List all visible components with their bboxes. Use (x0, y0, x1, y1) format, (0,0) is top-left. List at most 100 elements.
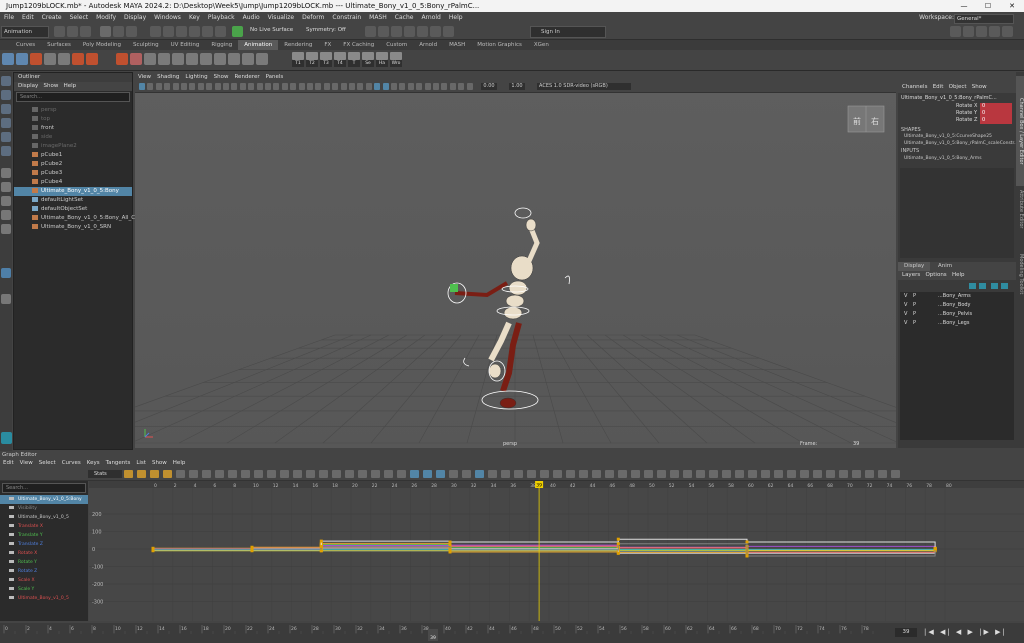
graph-tool-icon[interactable] (722, 470, 731, 478)
paint-tool-icon[interactable] (1, 104, 11, 114)
shelf-tool-icon[interactable] (376, 52, 388, 60)
viewport-tool-icon[interactable] (466, 83, 473, 90)
graph-tool-icon[interactable] (462, 470, 471, 478)
rotate-tool-icon[interactable] (1, 132, 11, 142)
graph-tool-icon[interactable] (774, 470, 783, 478)
shelf-tab-fx[interactable]: FX (318, 40, 337, 50)
gamma-field[interactable]: 1.00 (509, 83, 525, 90)
layer-tab-anim[interactable]: Anim (932, 262, 958, 271)
graph-tool-icon[interactable] (423, 470, 432, 478)
eye-icon[interactable] (9, 524, 14, 527)
menu-modify[interactable]: Modify (92, 12, 120, 24)
graph-menu-keys[interactable]: Keys (84, 459, 103, 468)
layout-custom-icon[interactable] (1002, 26, 1013, 37)
graph-tool-icon[interactable] (306, 470, 315, 478)
mode-select[interactable]: Animation (1, 26, 49, 38)
skin-icon[interactable] (144, 53, 156, 65)
shelf-tool-icon[interactable] (348, 52, 360, 60)
viewport-tool-icon[interactable] (281, 83, 288, 90)
graph-tool-icon[interactable] (358, 470, 367, 478)
layers-menu-help[interactable]: Help (952, 272, 965, 278)
layer-visibility[interactable]: V (904, 319, 907, 328)
graph-tool-icon[interactable] (865, 470, 874, 478)
layer-row[interactable]: V P ...Bony_Pelvis (900, 310, 1014, 319)
render-frame-icon[interactable] (378, 26, 389, 37)
viewport-tool-icon[interactable] (239, 83, 246, 90)
outliner-item[interactable]: front (14, 124, 132, 133)
joint-icon[interactable] (116, 53, 128, 65)
viewport-menu-panels[interactable]: Panels (263, 73, 287, 82)
graph-tool-icon[interactable] (683, 470, 692, 478)
shape-constraint-name[interactable]: Ultimate_Bony_v1_0_5:Bony_rPalmC_scaleCo… (898, 140, 1018, 147)
layers-menu-layers[interactable]: Layers (902, 272, 920, 278)
layout-side-icon[interactable] (976, 26, 987, 37)
graph-channel-row[interactable]: Ultimate_Bony_v1_0_5 (0, 513, 88, 522)
graph-tool-icon[interactable] (189, 470, 198, 478)
graph-tool-icon[interactable] (657, 470, 666, 478)
eye-icon[interactable] (9, 560, 14, 563)
minimize-button[interactable]: — (952, 0, 976, 12)
graph-menu-show[interactable]: Show (149, 459, 170, 468)
layout-single-icon[interactable] (950, 26, 961, 37)
magnet-icon[interactable] (232, 26, 243, 37)
graph-channel-row[interactable]: Rotate X (0, 549, 88, 558)
layer-visibility[interactable]: V (904, 310, 907, 319)
key-all-icon[interactable] (16, 53, 28, 65)
layer-row[interactable]: V P ...Bony_Arms (900, 292, 1014, 301)
outliner-item[interactable]: side (14, 133, 132, 142)
layers-menu-options[interactable]: Options (925, 272, 946, 278)
shelf-tool-icon[interactable] (292, 52, 304, 60)
viewport-tool-icon[interactable] (164, 83, 171, 90)
eye-icon[interactable] (9, 587, 14, 590)
menu-deform[interactable]: Deform (298, 12, 328, 24)
viewport-tool-icon[interactable] (365, 83, 372, 90)
layer-playback[interactable]: P (913, 301, 916, 310)
layer-up-icon[interactable] (991, 283, 998, 289)
outliner-item[interactable]: top (14, 115, 132, 124)
open-scene-icon[interactable] (67, 26, 78, 37)
graph-tool-icon[interactable] (566, 470, 575, 478)
eye-icon[interactable] (9, 596, 14, 599)
snap-curve-icon[interactable] (163, 26, 174, 37)
shelf-tool-t[interactable]: T (348, 60, 360, 67)
pole-constraint-icon[interactable] (214, 53, 226, 65)
motion-path-icon[interactable] (228, 53, 240, 65)
layout-stack-icon[interactable] (989, 26, 1000, 37)
new-layer-icon[interactable] (969, 283, 976, 289)
eye-icon[interactable] (9, 497, 14, 500)
menu-playback[interactable]: Playback (204, 12, 239, 24)
graph-channel-row[interactable]: Scale X (0, 576, 88, 585)
graph-tool-icon[interactable] (852, 470, 861, 478)
mel-icon[interactable] (1, 432, 12, 444)
shelf-tool-wro[interactable]: Wro (390, 60, 402, 67)
time-slider[interactable]: 0 2 4 6 8 10 12 14 16 18 20 22 24 26 28 30 32 34 36 38 40 42 4… (0, 623, 1024, 643)
viewport-tool-icon[interactable] (290, 83, 297, 90)
viewport-3d[interactable]: 前 右 persp Frame: 39 (135, 73, 896, 448)
graph-tool-icon[interactable] (150, 470, 159, 478)
arnold-render-icon[interactable] (443, 26, 454, 37)
graph-tool-icon[interactable] (826, 470, 835, 478)
eye-icon[interactable] (9, 515, 14, 518)
shelf-tool-icon[interactable] (334, 52, 346, 60)
viewport-tool-icon[interactable] (449, 83, 456, 90)
workspace-select[interactable]: General* (954, 14, 1014, 24)
zoom-icon[interactable] (1, 294, 11, 304)
layout-four-icon[interactable] (963, 26, 974, 37)
shelf-tab-fx-caching[interactable]: FX Caching (337, 40, 380, 50)
select-component-icon[interactable] (126, 26, 137, 37)
shelf-tool-icon[interactable] (320, 52, 332, 60)
channel-attr-row[interactable]: Rotate X0 (898, 103, 1016, 110)
viewport-tool-icon[interactable] (332, 83, 339, 90)
shelf-tab-motion-graphics[interactable]: Motion Graphics (471, 40, 528, 50)
layer-tab-display[interactable]: Display (898, 262, 931, 271)
history-icon[interactable] (365, 26, 376, 37)
graph-tool-icon[interactable] (670, 470, 679, 478)
menu-help[interactable]: Help (445, 12, 467, 24)
viewport-tool-icon[interactable] (189, 83, 196, 90)
graph-tool-icon[interactable] (384, 470, 393, 478)
viewport-tool-icon[interactable] (391, 83, 397, 90)
viewport-tool-icon[interactable] (214, 83, 221, 90)
layer-row[interactable]: V P ...Bony_Body (900, 301, 1014, 310)
graph-tool-icon[interactable] (592, 470, 601, 478)
shelf-tab-arnold[interactable]: Arnold (413, 40, 443, 50)
